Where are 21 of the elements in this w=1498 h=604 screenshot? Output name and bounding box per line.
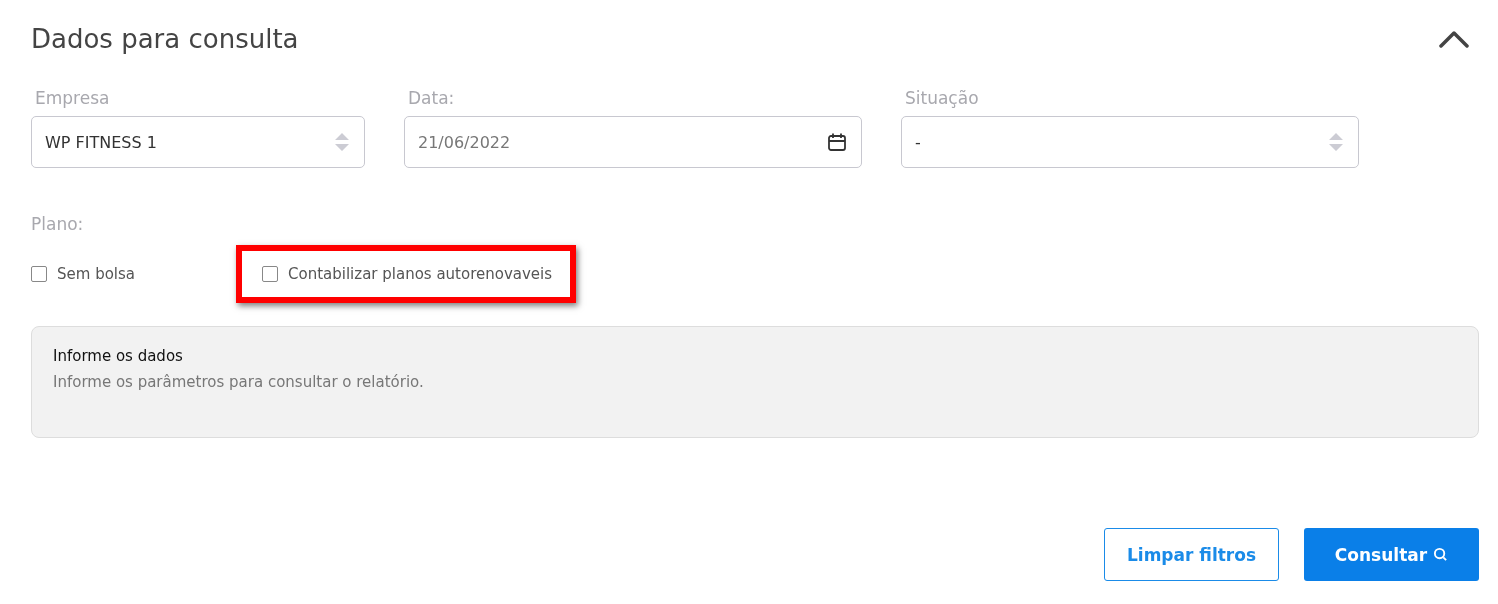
clear-filters-button[interactable]: Limpar filtros [1104,528,1279,581]
sort-arrows-icon [1328,132,1344,152]
search-icon [1433,547,1449,562]
select-field[interactable]: - [901,116,1359,168]
sort-arrows-icon [334,132,350,152]
checkbox[interactable] [262,266,278,282]
checkbox-label[interactable]: Contabilizar planos autorenovaveis [288,265,553,283]
field-label: Empresa [35,88,111,108]
info-title: Informe os dados [53,347,183,365]
field-label: Situação [905,88,980,108]
plano-label: Plano: [31,214,84,234]
checkbox-label[interactable]: Sem bolsa [57,265,135,283]
date-field[interactable]: 21/06/2022 [404,116,862,168]
select-field[interactable]: WP FITNESS 1 [31,116,365,168]
collapse-chevron-icon[interactable] [1439,30,1469,48]
info-text: Informe os parâmetros para consultar o relatório. [53,373,424,391]
checkbox[interactable] [31,266,47,282]
calendar-icon[interactable] [827,132,847,152]
consult-button[interactable]: Consultar [1304,528,1479,581]
field-label: Data: [408,88,456,108]
panel-title: Dados para consulta [31,24,299,54]
